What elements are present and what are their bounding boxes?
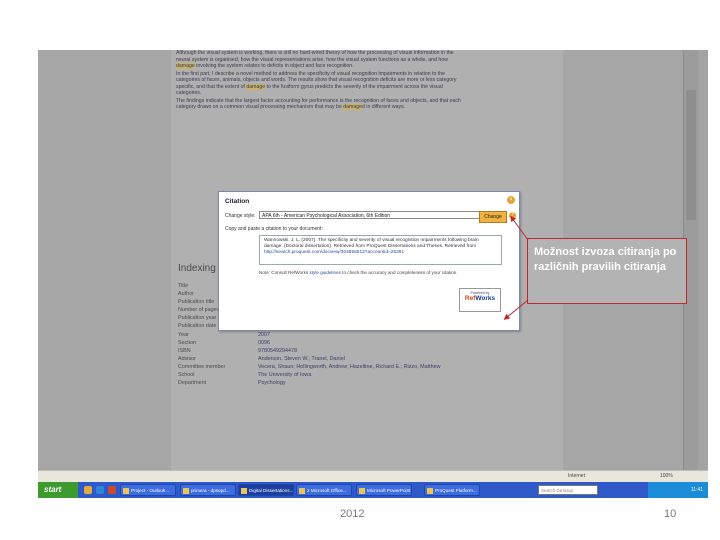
refworks-works: Works [475,295,496,302]
change-style-button[interactable]: Change [479,211,507,223]
citation-dialog: Citation × Change style: APA 6th - Ameri… [218,191,520,331]
index-value: 2007 [258,331,270,338]
window-icon [427,488,433,494]
index-row: Year 2007 [178,331,478,339]
taskbar-window-button[interactable]: Project - Outlook... [120,484,176,496]
window-icon [183,488,189,494]
left-margin [38,50,171,470]
zoom-level[interactable]: 100% [660,473,673,479]
index-row: Department Psychology [178,379,478,387]
index-key: ISBN [178,347,191,354]
index-value: Vecera, Shaun; Hollingworth, Andrew; Haz… [258,363,441,370]
index-value: The University of Iowa [258,372,312,379]
abstract-paragraph: Although the visual system is working, t… [176,50,454,69]
citation-text-box[interactable]: Wannowski, J. L. (2007). The specificity… [259,235,502,265]
index-value: Anderson, Steven W.; Tranel, Daniel [258,355,345,362]
index-key: Section [178,339,196,346]
taskbar-window-button[interactable]: primera - dpsopd... [180,484,236,496]
index-value: 0096 [258,339,270,346]
style-guidelines-link[interactable]: style guidelines [309,270,340,275]
citation-text: Wannowski, J. L. (2007). The specificity… [264,238,479,249]
quick-launch-icon[interactable] [108,486,116,494]
taskbar-window-label: primera - dpsopd... [191,488,230,493]
annotation-callout: Možnost izvoza citiranja po različnih pr… [527,238,687,304]
taskbar-window-label: Microsoft PowerPoint... [367,488,412,493]
index-key: Department [178,380,207,387]
index-value: 9780549294478 [258,347,297,354]
clock: 11:41 [690,487,703,493]
taskbar-window-label: 2 Microsoft Office... [307,488,347,493]
style-label: Change style: [225,213,256,219]
abstract-paragraph: The findings indicate that the largest f… [176,97,461,110]
highlighted-term: damage [246,83,266,90]
abstract-paragraph: In the first part, I describe a novel me… [176,70,457,97]
taskbar-window-button[interactable]: Digital Dissertations... [238,484,294,496]
taskbar-window-label: ProQuest Platform... [435,488,477,493]
windows-taskbar: start Project - Outlook... primera - dpso… [38,482,708,498]
quick-launch-icon[interactable] [84,486,92,494]
taskbar-window-button[interactable]: ProQuest Platform... [424,484,480,496]
index-key: School [178,372,195,379]
footer-page-number: 10 [664,508,677,520]
taskbar-window-label: Project - Outlook... [131,488,170,493]
status-zone: Internet [568,473,585,479]
index-row: School The University of Iowa [178,371,478,379]
help-icon[interactable]: ? [509,212,516,219]
quick-launch-icon[interactable] [96,486,104,494]
highlighted-term: damage [176,63,195,69]
window-icon [299,488,305,494]
taskbar-window-button[interactable]: 2 Microsoft Office... [296,484,352,496]
note-prefix: Note: Consult RefWorks [259,270,310,275]
window-icon [123,488,129,494]
index-key: Committee member [178,363,226,370]
highlighted-term: damage [343,104,362,110]
system-tray: 11:41 [648,482,708,498]
scrollbar-thumb[interactable] [686,90,696,220]
citation-note: Note: Consult RefWorks style guidelines … [259,270,505,275]
index-key: Year [178,331,189,338]
index-row: Committee member Vecera, Shaun; Hollingwo… [178,363,478,371]
window-icon [359,488,365,494]
index-value: Psychology [258,380,286,387]
citation-style-select[interactable]: APA 6th - American Psychological Associa… [259,211,497,219]
start-button[interactable]: start [38,482,78,498]
index-row: ISBN 9780549294478 [178,347,478,355]
index-key: Advisor [178,355,196,362]
close-icon[interactable]: × [507,196,515,204]
refworks-logo: RefWorks [460,295,500,302]
taskbar-window-label: Digital Dissertations... [249,488,294,493]
index-row: Advisor Anderson, Steven W.; Tranel, Dani… [178,355,478,363]
style-select-value: APA 6th - American Psychological Associa… [262,213,391,219]
dialog-title: Citation [225,198,250,205]
citation-url[interactable]: http://search.proquest.com/docview/30485… [264,250,404,255]
copy-instructions: Copy and paste a citation to your docume… [225,226,323,232]
abstract-text: Although the visual system is working, t… [176,50,466,112]
desktop-search-input[interactable]: Search Desktop [538,485,598,495]
refworks-badge[interactable]: Powered by RefWorks [459,288,501,312]
index-row: Section 0096 [178,339,478,347]
note-suffix: to check the accuracy and completeness o… [340,270,458,275]
footer-year: 2012 [340,508,365,520]
taskbar-window-button[interactable]: Microsoft PowerPoint... [356,484,412,496]
window-icon [241,488,247,494]
refworks-ref: Ref [464,295,476,302]
